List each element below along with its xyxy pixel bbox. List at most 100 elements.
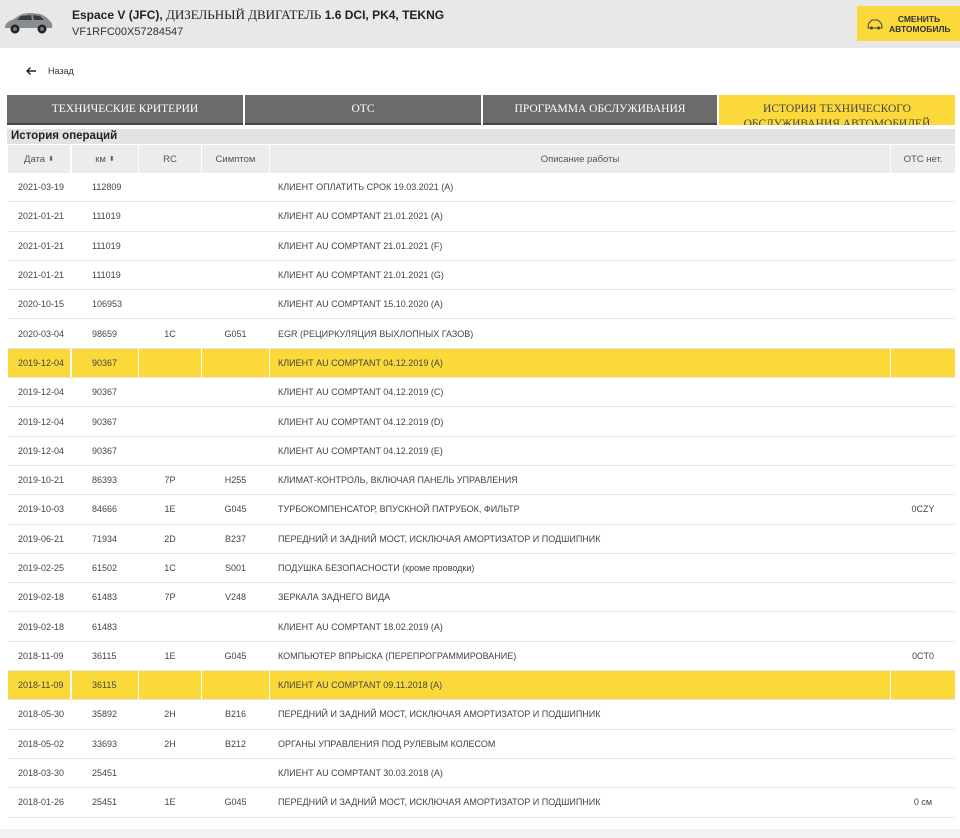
tab-maintenance-history[interactable]: ИСТОРИЯ ТЕХНИЧЕСКОГО ОБСЛУЖИВАНИЯ АВТОМО… [719, 95, 955, 125]
table-row[interactable]: 2019-12-04 90367 КЛИЕНТ AU COMPTANT 04.12.… [8, 407, 955, 437]
cell-symptom [202, 671, 269, 700]
cell-km: 98659 [92, 328, 118, 339]
table-row[interactable]: 2019-06-21 71934 2D B237 ПЕРЕДНИЙ И ЗАДНИЙ М… [8, 525, 955, 554]
cell-description: ОРГАНЫ УПРАВЛЕНИЯ ПОД РУЛЕВЫМ КОЛЕСОМ [278, 738, 496, 749]
column-header-date[interactable]: Дата ⬍ [8, 145, 70, 173]
table-row[interactable]: 2018-03-30 25451 КЛИЕНТ AU COMPTANT 30.03.… [8, 759, 955, 789]
table-row[interactable]: 2019-12-04 90367 КЛИЕНТ AU COMPTANT 04.12.… [8, 348, 955, 379]
vehicle-title: Espace V (JFC), ДИЗЕЛЬНЫЙ ДВИГАТЕЛЬ 1.6 … [72, 7, 444, 23]
cell-km: 84666 [92, 504, 118, 515]
cell-km: 112809 [92, 182, 122, 193]
table-row[interactable]: 2019-12-04 90367 КЛИЕНТ AU COMPTANT 04.12.… [8, 437, 955, 466]
table-row[interactable]: 2018-11-09 36115 1E G045 КОМПЬЮТЕР ВПРЫСКА (… [8, 642, 955, 672]
cell-date: 2018-01-26 [18, 797, 65, 808]
cell-symptom [202, 759, 269, 787]
table-row[interactable]: 2019-02-18 61483 КЛИЕНТ AU COMPTANT 18.02.… [8, 612, 955, 642]
cell-otc: 0CZY [911, 504, 935, 515]
cell-rc [139, 407, 201, 435]
cell-rc: 2D [164, 533, 176, 544]
cell-date: 2019-02-18 [18, 621, 65, 632]
cell-rc: 2H [164, 709, 176, 720]
table-row[interactable]: 2018-11-09 36115 КЛИЕНТ AU COMPTANT 09.11.… [8, 671, 955, 701]
table-row[interactable]: 2021-01-21 111019 КЛИЕНТ AU COMPTANT 21.01… [8, 232, 955, 261]
back-link[interactable]: Назад [25, 65, 74, 77]
arrow-left-icon [26, 67, 36, 75]
cell-rc [139, 759, 201, 787]
cell-description: КЛИМАТ-КОНТРОЛЬ, ВКЛЮЧАЯ ПАНЕЛЬ УПРАВЛЕН… [278, 475, 518, 486]
cell-symptom: G051 [224, 328, 247, 339]
table-row[interactable]: 2021-03-19 112809 КЛИЕНТ ОПЛАТИТЬ СРОК 19.… [8, 173, 955, 203]
tab-service-program[interactable]: ПРОГРАММА ОБСЛУЖИВАНИЯ [483, 95, 717, 125]
cell-description: КЛИЕНТ AU COMPTANT 04.12.2019 (C) [278, 387, 444, 398]
table-row[interactable]: 2018-05-30 35892 2H B216 ПЕРЕДНИЙ И ЗАДНИЙ М… [8, 700, 955, 730]
table-row[interactable]: 2020-03-04 98659 1C G051 EGR (РЕЦИРКУЛЯЦИЯ В… [8, 319, 955, 349]
table-row[interactable]: 2019-10-03 84666 1E G045 ТУРБОКОМПЕНСАТОР, В… [8, 495, 955, 525]
cell-symptom [202, 348, 269, 378]
cell-rc [139, 437, 201, 465]
cell-otc [891, 261, 955, 289]
cell-description: КЛИЕНТ AU COMPTANT 04.12.2019 (E) [278, 445, 443, 456]
cell-otc [891, 437, 955, 465]
table-row[interactable]: 2019-10-21 86393 7P H255 КЛИМАТ-КОНТРОЛЬ, ВК… [8, 466, 955, 496]
cell-rc [139, 671, 201, 700]
tab-otc[interactable]: ОТС [245, 95, 481, 125]
cell-rc: 1C [164, 563, 176, 573]
cell-symptom: B216 [224, 709, 247, 720]
cell-date: 2021-01-21 [18, 211, 65, 222]
cell-symptom [202, 612, 269, 640]
cell-description: ТУРБОКОМПЕНСАТОР, ВПУСКНОЙ ПАТРУБОК, ФИЛ… [278, 504, 520, 515]
cell-otc [891, 173, 955, 201]
cell-symptom: H255 [224, 475, 247, 486]
table-row[interactable]: 2019-02-18 61483 7P V248 ЗЕРКАЛА ЗАДНЕГО ВИД… [8, 583, 955, 613]
cell-symptom [202, 407, 269, 435]
cell-rc: 1E [164, 504, 176, 515]
change-vehicle-button[interactable]: СМЕНИТЬ АВТОМОБИЛЬ [857, 6, 960, 41]
cell-otc [891, 319, 955, 347]
table-row[interactable]: 2019-02-25 61502 1C S001 ПОДУШКА БЕЗОПАСНОСТ… [8, 554, 955, 584]
table-row[interactable]: 2018-01-26 25451 1E G045 ПЕРЕДНИЙ И ЗАДНИЙ М… [8, 788, 955, 818]
cell-symptom: G045 [224, 650, 247, 661]
cell-date: 2021-03-19 [18, 182, 65, 193]
cell-description: ПЕРЕДНИЙ И ЗАДНИЙ МОСТ, ИСКЛЮЧАЯ АМОРТИЗ… [278, 709, 601, 720]
table-row[interactable]: 2020-10-15 106953 КЛИЕНТ AU COMPTANT 15.10… [8, 290, 955, 320]
column-header-km[interactable]: км ⬍ [72, 145, 138, 173]
table-row[interactable]: 2021-01-21 111019 КЛИЕНТ AU COMPTANT 21.01… [8, 261, 955, 291]
table-row[interactable]: 2021-01-21 111019 КЛИЕНТ AU COMPTANT 21.01… [8, 202, 955, 232]
cell-otc [891, 700, 955, 728]
column-header-date-label: Дата [24, 153, 46, 165]
cell-km: 111019 [92, 270, 121, 281]
cell-date: 2020-03-04 [18, 328, 65, 339]
column-header-description: Описание работы [270, 145, 890, 173]
cell-km: 90367 [92, 445, 118, 456]
cell-rc [139, 348, 201, 378]
cell-otc [891, 232, 955, 260]
operations-table: Дата ⬍ км ⬍ RC Симптом Описание работы ОТС… [8, 145, 955, 818]
cell-rc: 7P [164, 592, 176, 603]
cell-description: КОМПЬЮТЕР ВПРЫСКА (ПЕРЕПРОГРАММИРОВАНИЕ) [278, 650, 517, 661]
cell-description: КЛИЕНТ AU COMPTANT 04.12.2019 (D) [278, 416, 444, 427]
cell-description: ЗЕРКАЛА ЗАДНЕГО ВИДА [278, 592, 391, 603]
cell-otc: 0 см [913, 797, 933, 808]
cell-km: 36115 [72, 671, 138, 700]
column-header-otc: ОТС нет. [891, 145, 955, 173]
cell-symptom: B212 [224, 738, 247, 749]
sort-icon: ⬍ [48, 156, 54, 163]
cell-description: ПЕРЕДНИЙ И ЗАДНИЙ МОСТ, ИСКЛЮЧАЯ АМОРТИЗ… [278, 533, 601, 544]
table-row[interactable]: 2018-05-02 33693 2H B212 ОРГАНЫ УПРАВЛЕНИЯ П… [8, 730, 955, 759]
cell-km: 106953 [92, 299, 123, 310]
cell-date: 2018-03-30 [18, 768, 65, 779]
engine-code: 1.6 DCI, PK4, TEKNG [321, 8, 445, 22]
tab-technical-criteria[interactable]: ТЕХНИЧЕСКИЕ КРИТЕРИИ [7, 95, 243, 125]
cell-description: EGR (РЕЦИРКУЛЯЦИЯ ВЫХЛОПНЫХ ГАЗОВ) [278, 328, 474, 339]
cell-rc [139, 290, 201, 318]
table-row[interactable]: 2019-12-04 90367 КЛИЕНТ AU COMPTANT 04.12.… [8, 378, 955, 408]
change-vehicle-line2: АВТОМОБИЛЬ [889, 23, 951, 34]
cell-otc [891, 612, 955, 640]
vehicle-header: Espace V (JFC), ДИЗЕЛЬНЫЙ ДВИГАТЕЛЬ 1.6 … [0, 0, 960, 48]
cell-otc [891, 290, 955, 318]
cell-km: 111019 [92, 240, 121, 251]
cell-symptom [202, 437, 269, 465]
cell-symptom: S001 [224, 563, 247, 573]
cell-date: 2018-11-09 [8, 671, 70, 700]
tab-bar: ТЕХНИЧЕСКИЕ КРИТЕРИИ ОТС ПРОГРАММА ОБСЛУ… [7, 95, 955, 125]
